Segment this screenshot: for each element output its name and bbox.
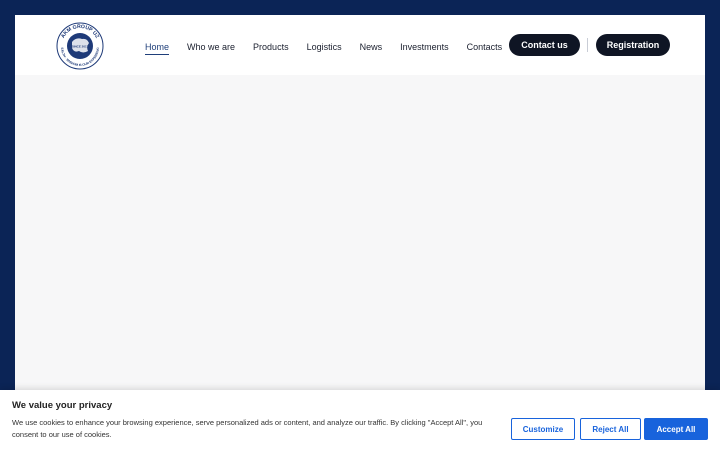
- cookie-banner: We value your privacy We use cookies to …: [0, 390, 720, 450]
- customize-button[interactable]: Customize: [511, 418, 575, 440]
- cookie-text: We use cookies to enhance your browsing …: [12, 418, 483, 439]
- logo-center-text: SINCE 2017: [72, 45, 89, 49]
- nav-item-logistics[interactable]: Logistics: [307, 42, 342, 52]
- registration-button[interactable]: Registration: [596, 34, 670, 56]
- accept-all-button[interactable]: Accept All: [644, 418, 708, 440]
- nav-item-news[interactable]: News: [360, 42, 383, 52]
- nav-item-home[interactable]: Home: [145, 42, 170, 55]
- cookie-title: We value your privacy: [12, 400, 113, 411]
- site-header: AKM GROUP UZ HEALTH · WISDOM IS OUR EXPE…: [15, 15, 705, 75]
- reject-all-button[interactable]: Reject All: [580, 418, 641, 440]
- page-frame: AKM GROUP UZ HEALTH · WISDOM IS OUR EXPE…: [15, 15, 705, 450]
- header-divider: [587, 38, 588, 52]
- nav-item-who-we-are[interactable]: Who we are: [187, 42, 235, 52]
- contact-us-button[interactable]: Contact us: [509, 34, 580, 56]
- nav-item-contacts[interactable]: Contacts: [467, 42, 503, 52]
- main-nav: Home Who we are Products Logistics News …: [145, 37, 520, 57]
- nav-item-investments[interactable]: Investments: [400, 42, 449, 52]
- company-logo[interactable]: AKM GROUP UZ HEALTH · WISDOM IS OUR EXPE…: [54, 20, 106, 72]
- nav-item-products[interactable]: Products: [253, 42, 289, 52]
